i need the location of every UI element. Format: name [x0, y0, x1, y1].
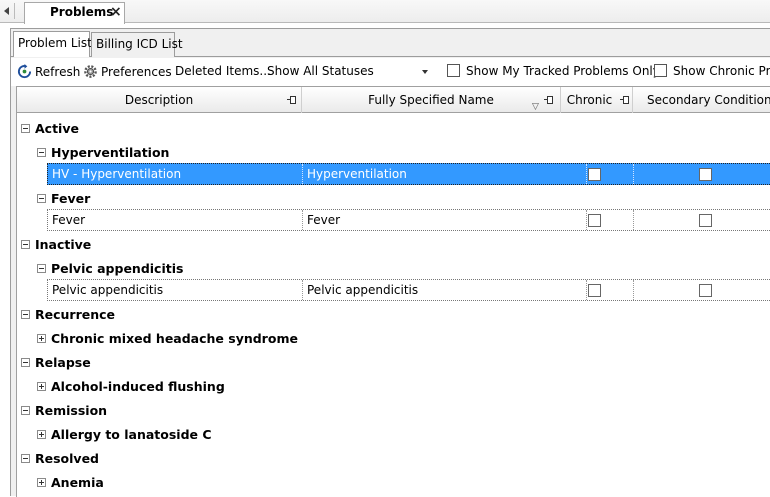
refresh-button[interactable]: Refresh [17, 64, 80, 79]
sub-tab-bar: Problem List Billing ICD List [11, 29, 770, 57]
chevron-down-icon[interactable] [422, 70, 428, 74]
column-header-description[interactable]: Description [17, 87, 302, 113]
fsn-cell: Fever [303, 210, 587, 230]
collapse-icon[interactable] [37, 264, 46, 273]
column-chronic-label: Chronic [566, 93, 613, 107]
chronic-checkbox[interactable] [588, 168, 601, 181]
pin-icon[interactable] [287, 96, 296, 104]
group-label: Relapse [35, 355, 91, 370]
table-row[interactable]: HV - Hyperventilation Hyperventilation [47, 163, 770, 185]
secondary-condition-checkbox[interactable] [699, 168, 712, 181]
group-label: Remission [35, 403, 108, 418]
problem-group-label: Fever [51, 191, 91, 206]
tab-problem-list[interactable]: Problem List [13, 31, 92, 57]
secondary-condition-checkbox[interactable] [699, 214, 712, 227]
table-row[interactable]: Pelvic appendicitis Pelvic appendicitis [47, 279, 770, 301]
problem-group-label: Chronic mixed headache syndrome [51, 331, 298, 346]
tracked-only-checkbox[interactable] [447, 64, 460, 77]
chronic-only-label: Show Chronic Prob [673, 64, 770, 78]
refresh-label: Refresh [35, 65, 81, 79]
column-header-chronic[interactable]: Chronic [561, 87, 633, 113]
problem-group-label: Alcohol-induced flushing [51, 379, 225, 394]
toolbar: Refresh Preferences Deleted Items... Sho… [11, 58, 770, 86]
collapse-icon[interactable] [37, 194, 46, 203]
tracked-only-label: Show My Tracked Problems Only [466, 64, 660, 78]
deleted-items-button[interactable]: Deleted Items... [175, 64, 271, 78]
expand-icon[interactable] [37, 334, 46, 343]
tab-strip-divider [14, 3, 15, 19]
group-label: Recurrence [35, 307, 116, 322]
group-label: Inactive [35, 237, 92, 252]
chronic-only-checkbox[interactable] [654, 64, 667, 77]
refresh-icon [17, 64, 32, 79]
column-secondary-label: Secondary Condition [647, 93, 770, 107]
expand-icon[interactable] [37, 382, 46, 391]
column-header-fully-specified-name[interactable]: Fully Specified Name ▽ [302, 87, 561, 113]
tracked-problems-only-toggle[interactable]: Show My Tracked Problems Only [447, 64, 660, 78]
table-row[interactable]: Fever Fever [47, 209, 770, 231]
gear-icon [84, 65, 97, 78]
grid-header: Description Fully Specified Name ▽ Chron… [17, 87, 770, 113]
scroll-tabs-left-icon[interactable] [4, 7, 9, 15]
chronic-checkbox[interactable] [588, 214, 601, 227]
chronic-problems-only-toggle[interactable]: Show Chronic Prob [654, 64, 770, 78]
group-label: Resolved [35, 451, 99, 466]
collapse-icon[interactable] [21, 454, 30, 463]
sort-icon[interactable]: ▽ [532, 94, 539, 120]
problem-group-label: Pelvic appendicitis [51, 261, 184, 276]
tab-problems-label: Problems [50, 5, 114, 19]
fsn-cell: Hyperventilation [303, 164, 587, 184]
group-label: Active [35, 121, 79, 136]
collapse-icon[interactable] [21, 240, 30, 249]
description-cell: Fever [48, 210, 303, 230]
description-cell: HV - Hyperventilation [48, 164, 303, 184]
preferences-label: Preferences [101, 65, 172, 79]
expand-icon[interactable] [37, 430, 46, 439]
description-cell: Pelvic appendicitis [48, 280, 303, 300]
fsn-cell: Pelvic appendicitis [303, 280, 587, 300]
collapse-icon[interactable] [21, 124, 30, 133]
close-icon[interactable]: × [110, 4, 122, 20]
pin-icon[interactable] [620, 96, 629, 104]
collapse-icon[interactable] [21, 310, 30, 319]
expand-icon[interactable] [37, 478, 46, 487]
problem-group-label: Allergy to lanatoside C [51, 427, 212, 442]
problem-group-label: Anemia [51, 475, 104, 490]
column-header-secondary-condition[interactable]: Secondary Condition [633, 87, 770, 113]
problem-grid: Description Fully Specified Name ▽ Chron… [16, 86, 770, 497]
secondary-condition-checkbox[interactable] [699, 284, 712, 297]
status-filter-select[interactable]: Show All Statuses [267, 64, 374, 78]
chronic-checkbox[interactable] [588, 284, 601, 297]
preferences-button[interactable]: Preferences [83, 64, 172, 79]
tab-problems[interactable]: Problems × [24, 2, 125, 24]
collapse-icon[interactable] [21, 406, 30, 415]
collapse-icon[interactable] [21, 358, 30, 367]
problem-group-label: Hyperventilation [51, 145, 170, 160]
column-description-label: Description [124, 93, 194, 107]
problems-panel: Problem List Billing ICD List Refresh Pr… [10, 28, 770, 497]
pin-icon[interactable] [544, 96, 553, 104]
tab-billing-icd-list[interactable]: Billing ICD List [91, 32, 183, 57]
collapse-icon[interactable] [37, 148, 46, 157]
document-tab-strip: Problems × [0, 0, 770, 24]
column-fsn-label: Fully Specified Name [368, 93, 494, 107]
